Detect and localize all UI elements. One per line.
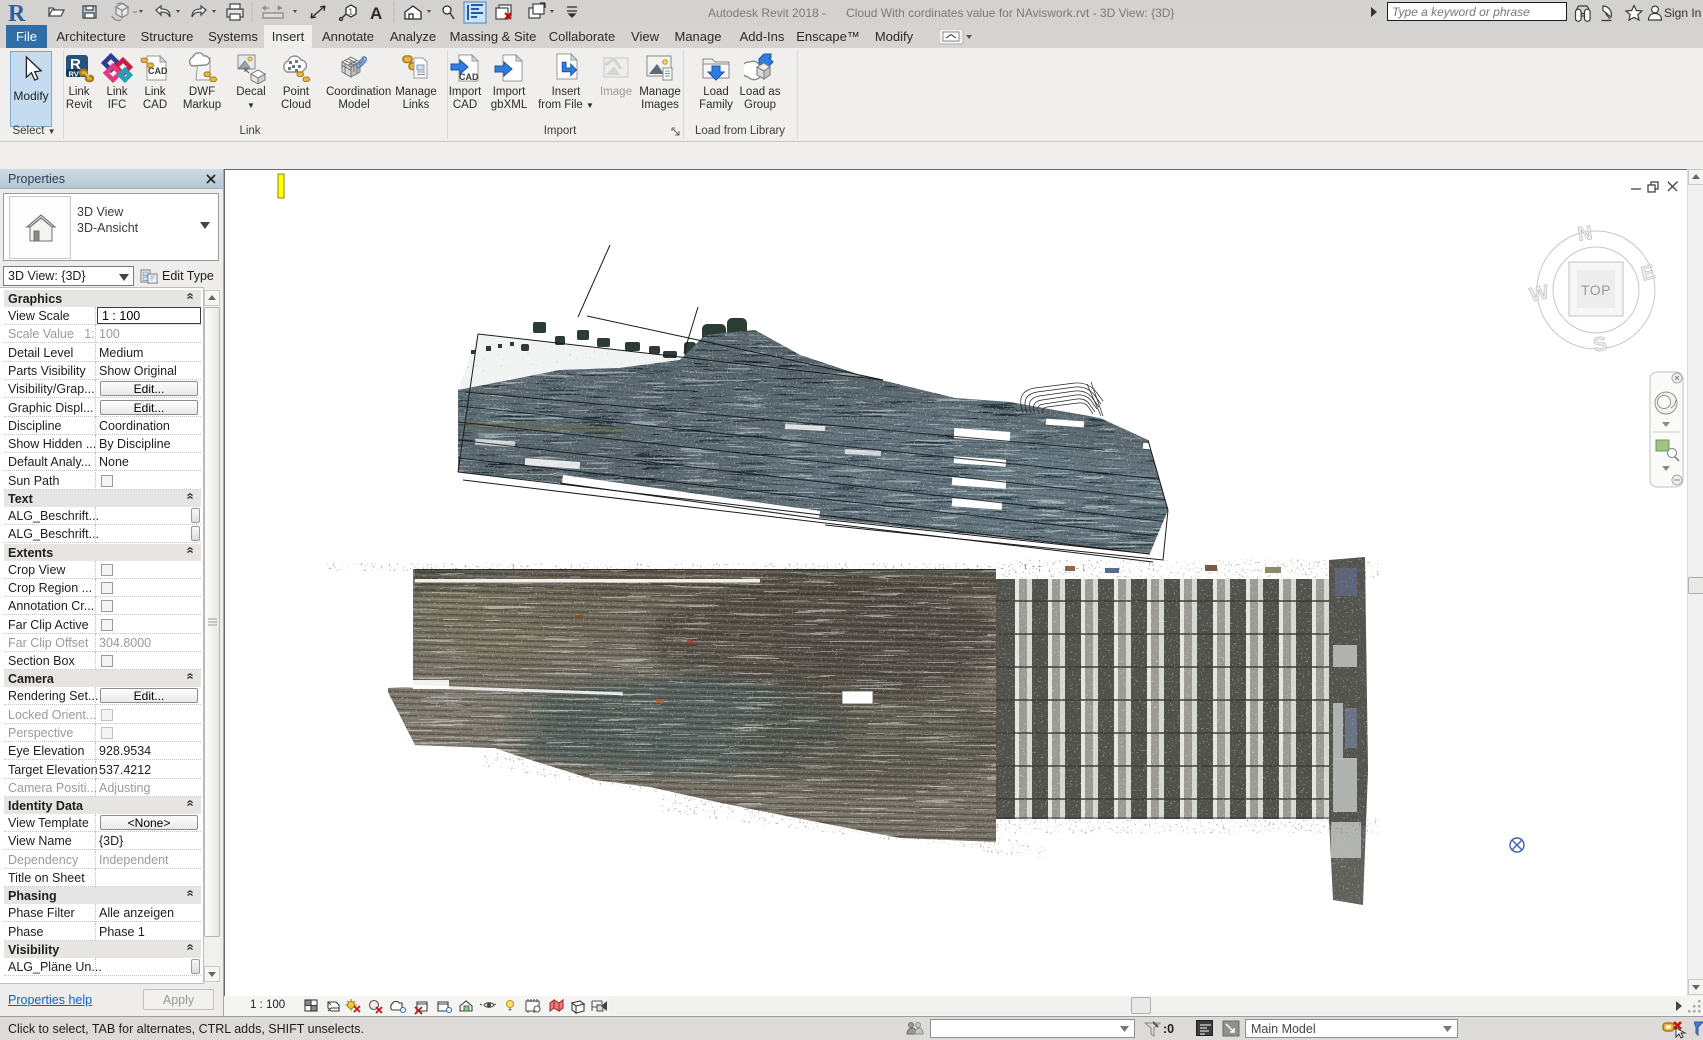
svg-text:1: 1 <box>349 8 354 17</box>
svg-text:E: E <box>1639 261 1657 286</box>
svg-text:S: S <box>1592 333 1609 357</box>
svg-text:R: R <box>8 1 26 25</box>
svg-text:N: N <box>1576 222 1593 246</box>
svg-text:W: W <box>1528 281 1551 306</box>
svg-text:TOP: TOP <box>1581 282 1611 298</box>
svg-text:CAD: CAD <box>459 72 479 82</box>
svg-text:A: A <box>370 4 382 23</box>
